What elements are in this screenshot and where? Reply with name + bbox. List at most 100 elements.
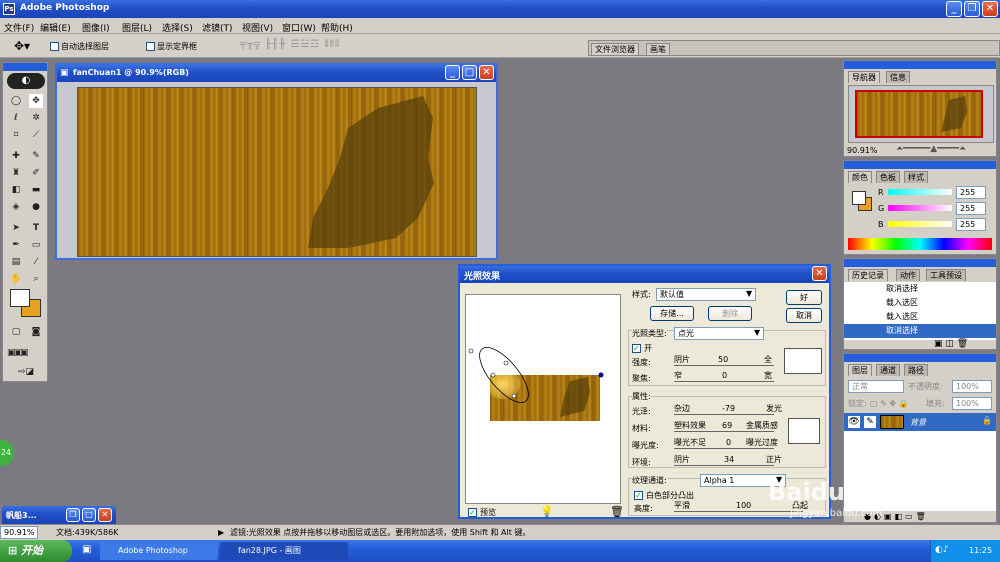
document-minimize-button[interactable]: _ bbox=[445, 65, 460, 80]
menu-image[interactable]: 图像(I) bbox=[82, 21, 110, 34]
g-value[interactable]: 255 bbox=[956, 202, 986, 215]
notes-tool-icon[interactable]: ▤ bbox=[9, 255, 23, 269]
screen-mode-icon[interactable]: ▣▣▣ bbox=[7, 346, 29, 360]
material-slider[interactable] bbox=[674, 431, 774, 432]
tab-swatches[interactable]: 色板 bbox=[876, 171, 900, 183]
menu-select[interactable]: 选择(S) bbox=[162, 21, 193, 34]
show-bounds-checkbox[interactable] bbox=[146, 42, 155, 51]
opacity-field[interactable]: 100% bbox=[952, 380, 992, 393]
light-type-arrow[interactable]: ▼ bbox=[754, 328, 760, 337]
dialog-close-button[interactable]: ✕ bbox=[812, 266, 827, 281]
status-zoom[interactable]: 90.91% bbox=[0, 526, 38, 539]
eye-icon[interactable]: 👁 bbox=[848, 416, 860, 428]
style-select[interactable]: 默认值 bbox=[656, 288, 756, 301]
foreground-color-swatch-top[interactable] bbox=[10, 289, 30, 307]
color-fg-swatch[interactable] bbox=[852, 191, 866, 205]
healing-brush-icon[interactable]: ✚ bbox=[9, 149, 23, 163]
shape-tool-icon[interactable]: ▭ bbox=[29, 238, 43, 252]
eyedropper-icon[interactable]: ⁄ bbox=[29, 255, 43, 269]
menu-help[interactable]: 帮助(H) bbox=[321, 21, 353, 34]
document-close-button[interactable]: ✕ bbox=[479, 65, 494, 80]
tab-brushes[interactable]: 画笔 bbox=[646, 43, 670, 55]
move-tool-icon[interactable]: ✥▾ bbox=[14, 39, 30, 53]
menu-view[interactable]: 视图(V) bbox=[242, 21, 273, 34]
tab-file-browser[interactable]: 文件浏览器 bbox=[591, 43, 639, 55]
exposure-slider[interactable] bbox=[674, 448, 774, 449]
history-item[interactable]: 取消选择 bbox=[844, 282, 996, 296]
ambience-slider[interactable] bbox=[674, 465, 774, 466]
minimized-restore-button[interactable]: ❐ bbox=[66, 508, 80, 522]
marquee-tool-icon[interactable]: ◯ bbox=[9, 94, 23, 108]
standard-mode-icon[interactable]: ▢ bbox=[9, 325, 23, 339]
layer-row-background[interactable]: 👁 ✎ 背景 🔒 bbox=[844, 413, 996, 431]
history-item[interactable]: 载入选区 bbox=[844, 310, 996, 324]
taskbar-item-photoshop[interactable]: Adobe Photoshop bbox=[100, 542, 218, 560]
white-high-checkbox[interactable]: ✓ bbox=[634, 491, 643, 500]
blur-tool-icon[interactable]: ◈ bbox=[9, 200, 23, 214]
restore-button[interactable]: ❐ bbox=[964, 1, 980, 17]
lasso-tool-icon[interactable]: ℓ bbox=[9, 111, 23, 125]
navigator-zoom[interactable]: 90.91% bbox=[847, 146, 878, 156]
auto-select-checkbox[interactable] bbox=[50, 42, 59, 51]
menu-file[interactable]: 文件(F) bbox=[4, 21, 34, 34]
light-on-checkbox[interactable]: ✓ bbox=[632, 344, 641, 353]
focus-slider[interactable] bbox=[674, 381, 774, 382]
history-item-selected[interactable]: 取消选择 bbox=[844, 324, 996, 338]
navigator-zoom-slider[interactable]: ⏶━━━━━▲━━━━⏶ bbox=[896, 144, 966, 154]
tab-paths[interactable]: 路径 bbox=[904, 364, 928, 376]
canvas-image[interactable] bbox=[77, 87, 477, 257]
tab-actions[interactable]: 动作 bbox=[896, 269, 920, 281]
status-doc-size[interactable]: 文档:439K/586K bbox=[56, 528, 118, 538]
intensity-slider[interactable] bbox=[674, 365, 774, 366]
menu-filter[interactable]: 滤镜(T) bbox=[202, 21, 233, 34]
cancel-button[interactable]: 取消 bbox=[786, 308, 822, 323]
r-value[interactable]: 255 bbox=[956, 186, 986, 199]
minimize-button[interactable]: _ bbox=[946, 1, 962, 17]
tab-history[interactable]: 历史记录 bbox=[848, 269, 888, 281]
quick-mask-icon[interactable]: ◙ bbox=[29, 325, 43, 339]
start-button[interactable]: ⊞ 开始 bbox=[0, 540, 72, 562]
path-select-icon[interactable]: ➤ bbox=[9, 221, 23, 235]
trash-icon[interactable]: 🗑 bbox=[610, 505, 624, 518]
history-item[interactable]: 载入选区 bbox=[844, 296, 996, 310]
status-arrow-icon[interactable]: ▶ bbox=[218, 528, 224, 538]
crop-tool-icon[interactable]: ⌗ bbox=[9, 128, 23, 142]
light-bulb-icon[interactable]: 💡 bbox=[540, 505, 554, 518]
r-slider[interactable] bbox=[888, 189, 952, 195]
taskbar-item-paint[interactable]: fan28.JPG - 画图 bbox=[220, 542, 348, 560]
g-slider[interactable] bbox=[888, 205, 952, 211]
menu-edit[interactable]: 编辑(E) bbox=[40, 21, 71, 34]
tray-icons[interactable]: ◐♪ bbox=[935, 545, 949, 555]
slice-tool-icon[interactable]: ⟋ bbox=[29, 128, 43, 142]
style-select-arrow[interactable]: ▼ bbox=[746, 289, 752, 298]
menu-layer[interactable]: 图层(L) bbox=[122, 21, 152, 34]
align-icons[interactable]: ╤╥╦ ╟╢╫ ☰☱☲ ⫴⫴⫴ bbox=[240, 39, 340, 50]
preview-checkbox[interactable]: ✓ bbox=[468, 508, 477, 517]
save-button[interactable]: 存储... bbox=[650, 306, 694, 321]
tab-layers[interactable]: 图层 bbox=[848, 364, 872, 376]
light-type-select[interactable]: 点光 bbox=[674, 327, 764, 340]
pen-tool-icon[interactable]: ✒ bbox=[9, 238, 23, 252]
zoom-tool-icon[interactable]: ⌕ bbox=[29, 272, 43, 286]
delete-button[interactable]: 删除 bbox=[708, 306, 752, 321]
b-slider[interactable] bbox=[888, 221, 952, 227]
type-tool-icon[interactable]: T bbox=[29, 221, 43, 235]
adobe-online-icon[interactable]: ◐ bbox=[7, 73, 45, 89]
color-ramp[interactable] bbox=[848, 238, 992, 250]
move-tool-icon[interactable]: ✥ bbox=[29, 94, 43, 108]
menu-window[interactable]: 窗口(W) bbox=[282, 21, 316, 34]
stamp-tool-icon[interactable]: ♜ bbox=[9, 166, 23, 180]
tab-info[interactable]: 信息 bbox=[886, 71, 910, 83]
quicklaunch-icon[interactable]: ▣ bbox=[82, 544, 91, 555]
b-value[interactable]: 255 bbox=[956, 218, 986, 231]
ambient-color-swatch[interactable] bbox=[788, 418, 820, 444]
blend-mode-select[interactable]: 正常 bbox=[848, 380, 904, 393]
tab-tool-presets[interactable]: 工具预设 bbox=[926, 269, 966, 281]
fill-field[interactable]: 100% bbox=[952, 397, 992, 410]
gradient-tool-icon[interactable]: ▬ bbox=[29, 183, 43, 197]
history-footer-icons[interactable]: ▣ ◫ 🗑 bbox=[934, 339, 968, 349]
close-button[interactable]: ✕ bbox=[982, 1, 998, 17]
jump-to-imageready-icon[interactable]: ⇨◪ bbox=[11, 365, 41, 379]
eraser-tool-icon[interactable]: ◧ bbox=[9, 183, 23, 197]
tab-channels[interactable]: 通道 bbox=[876, 364, 900, 376]
